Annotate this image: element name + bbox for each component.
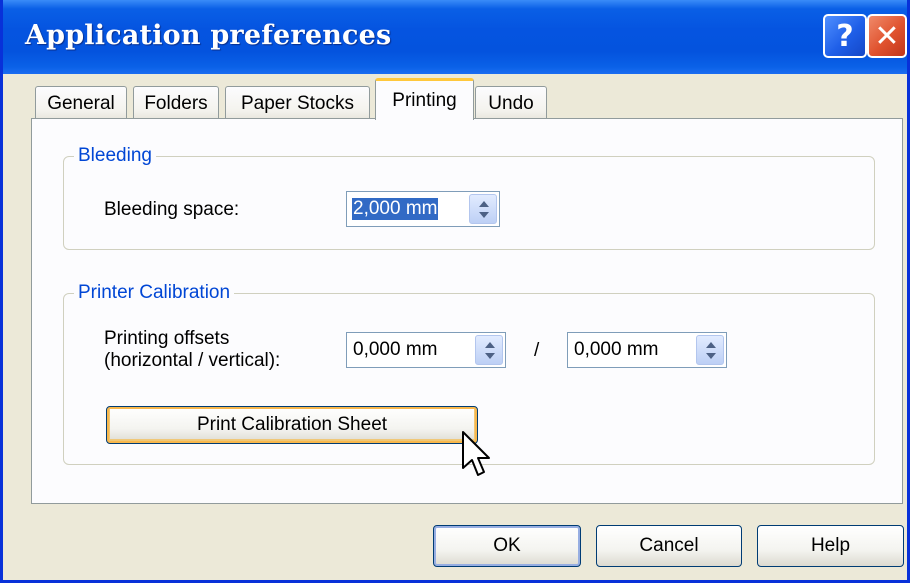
help-button[interactable]: Help [757, 525, 904, 567]
tab-undo[interactable]: Undo [475, 86, 547, 120]
horizontal-offset-value[interactable]: 0,000 mm [353, 339, 437, 361]
print-calibration-sheet-button[interactable]: Print Calibration Sheet [106, 406, 478, 444]
spin-up-down-icon[interactable] [469, 194, 497, 224]
offset-separator: / [534, 340, 540, 361]
bleeding-space-label: Bleeding space: [104, 199, 240, 220]
spin-up-down-icon[interactable] [696, 335, 724, 365]
spin-up-down-icon[interactable] [475, 335, 503, 365]
horizontal-offset-spinner[interactable]: 0,000 mm [346, 332, 506, 368]
bleeding-space-value[interactable]: 2,000 mm [352, 198, 439, 220]
bleeding-space-spinner[interactable]: 2,000 mm [346, 191, 500, 227]
mouse-pointer-icon [462, 431, 490, 476]
tab-general[interactable]: General [35, 86, 127, 120]
vertical-offset-spinner[interactable]: 0,000 mm [567, 332, 727, 368]
printing-offsets-label-line2: (horizontal / vertical): [104, 350, 281, 371]
close-icon[interactable]: ✕ [867, 14, 907, 58]
printing-offsets-label-line1: Printing offsets [104, 328, 230, 349]
ok-button[interactable]: OK [433, 525, 581, 567]
cancel-button[interactable]: Cancel [596, 525, 742, 567]
preferences-dialog: Application preferences ? ✕ General Fold… [0, 0, 910, 583]
bleeding-group: Bleeding Bleeding space: 2,000 mm [63, 145, 875, 250]
vertical-offset-value[interactable]: 0,000 mm [574, 339, 658, 361]
help-icon[interactable]: ? [823, 14, 867, 58]
tab-paper-stocks[interactable]: Paper Stocks [225, 86, 370, 120]
title-bar[interactable]: Application preferences ? ✕ [3, 0, 907, 74]
printer-calibration-group-title: Printer Calibration [74, 282, 235, 304]
window-title: Application preferences [25, 20, 392, 51]
tab-folders[interactable]: Folders [133, 86, 219, 120]
bleeding-group-title: Bleeding [74, 145, 156, 167]
tab-printing[interactable]: Printing [375, 78, 474, 120]
